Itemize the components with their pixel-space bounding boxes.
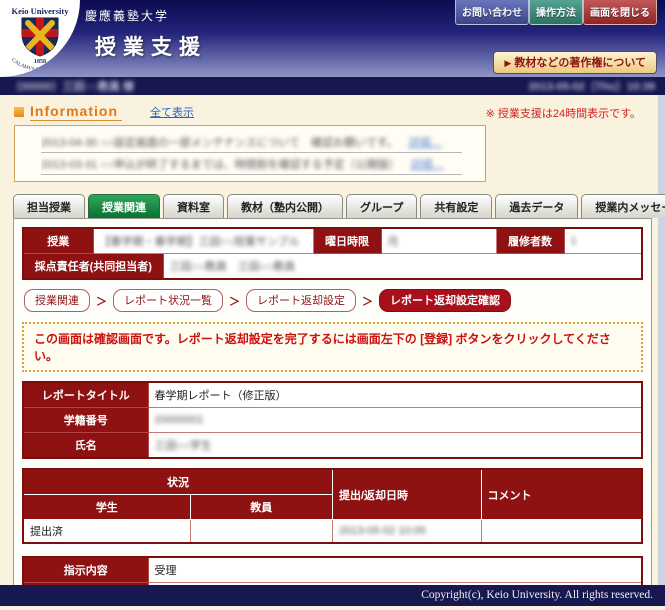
information-detail-link[interactable]: 詳細… (409, 137, 442, 149)
footer: Copyright(c), Keio University. All right… (0, 585, 665, 606)
breadcrumb-separator: ＞ (229, 293, 240, 309)
submit-return-date-header: 提出/返却日時 (332, 469, 481, 520)
comment-cell (481, 520, 642, 544)
report-info-table: レポートタイトル 春学期レポート（修正版） 学籍番号 20000001 氏名 三… (22, 381, 643, 459)
breadcrumb-separator: ＞ (96, 293, 107, 309)
user-bar: （00000）三田○○教員 様 2013-05-02（Thu）10:39 (0, 77, 665, 95)
contact-button[interactable]: お問い合わせ (455, 0, 529, 25)
tab-group[interactable]: グループ (346, 194, 417, 218)
report-title-label: レポートタイトル (23, 382, 148, 408)
information-detail-link[interactable]: 詳細… (411, 159, 444, 171)
tab-materials[interactable]: 教材（塾内公開） (227, 194, 343, 218)
confirmation-message: この画面は確認画面です。レポート返却設定を完了するには画面左下の [登録] ボタ… (22, 322, 643, 372)
tab-share-settings[interactable]: 共有設定 (420, 194, 492, 218)
top-nav: お問い合わせ 操作方法 画面を閉じる (455, 0, 657, 25)
teacher-col-header: 教員 (190, 495, 332, 520)
enrolled-label: 履修者数 (496, 228, 564, 254)
tab-class-related[interactable]: 授業関連 (88, 194, 160, 218)
student-name-value: 三田○○学生 (155, 440, 212, 452)
student-status-cell: 提出済 (23, 520, 190, 544)
tab-my-classes[interactable]: 担当授業 (13, 194, 85, 218)
information-item-text: 2013-03-31 ○○申込が終了するまでは、時間割を確認する予定（公開版） (41, 159, 400, 171)
status-header: 状況 (23, 469, 332, 495)
current-datetime: 2013-05-02（Thu）10:39 (528, 78, 655, 94)
hours-note: ※ 授業支援は24時間表示です。 (486, 105, 641, 121)
title-block: 慶應義塾大学 授業支援 (85, 7, 207, 61)
content-area: Information 全て表示 ※ 授業支援は24時間表示です。 2013-0… (0, 95, 665, 585)
report-title-value: 春学期レポート（修正版） (148, 382, 642, 408)
comment-header: コメント (481, 469, 642, 520)
app-header: Keio University 1858 CALAMVS GLADIO FORT… (0, 0, 665, 77)
instruction-value: 受理 (148, 557, 642, 583)
keio-logo: Keio University 1858 CALAMVS GLADIO FORT… (0, 0, 80, 77)
tab-past-data[interactable]: 過去データ (495, 194, 578, 218)
student-id-value: 20000001 (155, 414, 204, 426)
triangle-icon: ▶ (504, 58, 511, 68)
keio-shield-icon: Keio University 1858 CALAMVS GLADIO FORT… (0, 0, 80, 77)
teacher-status-cell (190, 520, 332, 544)
enrolled-value: 1 (571, 235, 577, 247)
breadcrumb: 授業関連 ＞ レポート状況一覧 ＞ レポート返却設定 ＞ レポート返却設定確認 (24, 289, 643, 312)
svg-text:Keio University: Keio University (12, 6, 70, 16)
material-copyright-button[interactable]: ▶教材などの著作権について (493, 51, 657, 74)
submission-status-table: 状況 提出/返却日時 コメント 学生 教員 提出済 2013-05-02 10:… (22, 468, 643, 544)
return-settings-table: 指示内容 受理 返却添付ファイル コメント 提出された内容を受理しました。 メモ… (22, 556, 643, 585)
page-title: 授業支援 (95, 31, 207, 61)
information-item: 2013-03-31 ○○申込が終了するまでは、時間割を確認する予定（公開版） … (41, 153, 462, 175)
instruction-label: 指示内容 (23, 557, 148, 583)
tab-class-messages[interactable]: 授業内メッセージ (581, 194, 665, 218)
tab-library[interactable]: 資料室 (163, 194, 224, 218)
breadcrumb-separator: ＞ (362, 293, 373, 309)
right-edge-strip (658, 95, 665, 585)
help-button[interactable]: 操作方法 (529, 0, 583, 25)
information-square-icon (14, 107, 24, 117)
close-screen-button[interactable]: 画面を閉じる (583, 0, 657, 25)
day-period-label: 曜日時限 (313, 228, 381, 254)
information-item: 2013-04-30 ○○設定画面の一部メンテナンスについて 確認お願いです。 … (41, 131, 462, 153)
copyright-text: Copyright(c), Keio University. All right… (421, 589, 653, 601)
breadcrumb-class-related[interactable]: 授業関連 (24, 289, 90, 312)
show-all-link[interactable]: 全て表示 (150, 104, 194, 120)
student-name-label: 氏名 (23, 433, 148, 459)
information-item-text: 2013-04-30 ○○設定画面の一部メンテナンスについて 確認お願いです。 (41, 137, 398, 149)
information-header: Information 全て表示 ※ 授業支援は24時間表示です。 (14, 103, 651, 121)
course-info-table: 授業 【春学期・春学期】三田○○授業サンプル 曜日時限 月 履修者数 1 採点責… (22, 227, 643, 280)
grader-value: 三田○○教員 三田○○教員 (170, 261, 296, 273)
student-col-header: 学生 (23, 495, 190, 520)
tab-panel: 授業 【春学期・春学期】三田○○授業サンプル 曜日時限 月 履修者数 1 採点責… (13, 218, 652, 585)
information-title: Information (30, 103, 122, 121)
breadcrumb-current-confirm: レポート返却設定確認 (379, 289, 511, 312)
student-id-label: 学籍番号 (23, 408, 148, 433)
course-value: 【春学期・春学期】三田○○授業サンプル (100, 236, 300, 248)
submit-return-date-cell: 2013-05-02 10:05 (339, 525, 426, 537)
course-label: 授業 (23, 228, 93, 254)
university-name: 慶應義塾大学 (85, 7, 207, 24)
breadcrumb-report-status-list[interactable]: レポート状況一覧 (113, 289, 223, 312)
day-period-value: 月 (388, 236, 399, 248)
grader-label: 採点責任者(共同担当者) (23, 254, 163, 280)
svg-text:1858: 1858 (34, 59, 46, 65)
tab-bar: 担当授業 授業関連 資料室 教材（塾内公開） グループ 共有設定 過去データ 授… (13, 194, 657, 218)
breadcrumb-report-return-settings[interactable]: レポート返却設定 (246, 289, 356, 312)
information-box: 2013-04-30 ○○設定画面の一部メンテナンスについて 確認お願いです。 … (14, 125, 486, 182)
user-name: （00000）三田○○教員 様 (10, 78, 134, 94)
